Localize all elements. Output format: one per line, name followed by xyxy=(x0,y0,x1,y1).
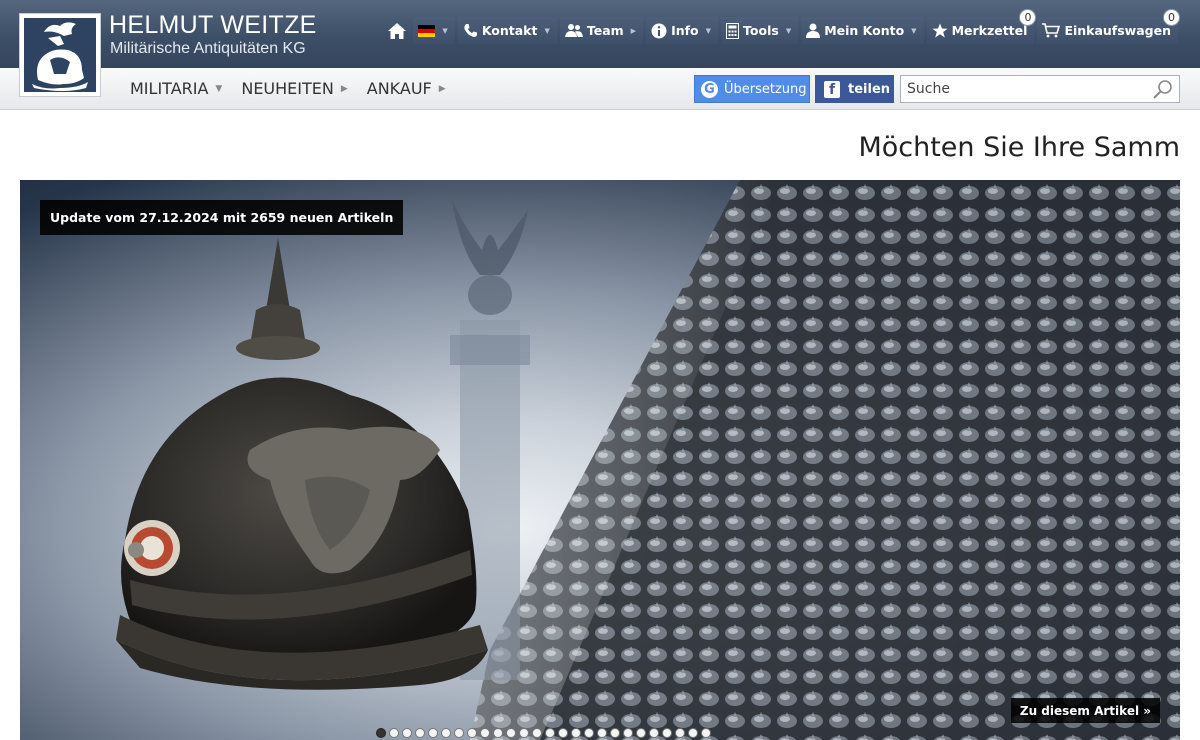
language-select[interactable]: ▼ xyxy=(413,17,455,44)
search-box xyxy=(900,75,1180,103)
logo-image xyxy=(24,18,96,92)
menu-item-label: MILITARIA xyxy=(130,79,209,98)
slider-dots xyxy=(376,728,711,738)
helmet-eagle-logo-icon xyxy=(32,22,88,91)
top-header-bar: HELMUT WEITZE Militärische Antiquitäten … xyxy=(0,0,1200,68)
to-article-button[interactable]: Zu diesem Artikel » xyxy=(1010,698,1160,723)
translate-button[interactable]: G Übersetzung xyxy=(694,75,810,103)
slider-dot[interactable] xyxy=(532,728,542,738)
slider-dot[interactable] xyxy=(571,728,581,738)
google-icon: G xyxy=(701,80,718,98)
star-icon xyxy=(932,23,948,38)
slider-dot[interactable] xyxy=(506,728,516,738)
slider-dot[interactable] xyxy=(467,728,477,738)
slider-dot[interactable] xyxy=(415,728,425,738)
nav-item-mein-konto[interactable]: Mein Konto ▼ xyxy=(801,17,924,44)
menu-item-ankauf[interactable]: ANKAUF ▶ xyxy=(367,79,446,98)
slider-dot[interactable] xyxy=(480,728,490,738)
menu-item-label: ANKAUF xyxy=(366,79,432,98)
nav-item-label: Info xyxy=(671,23,699,38)
slider-dot[interactable] xyxy=(493,728,503,738)
cart-icon xyxy=(1042,23,1061,38)
menu-item-militaria[interactable]: MILITARIA ▼ xyxy=(130,79,222,98)
hero-image xyxy=(116,180,1180,740)
slider-dot[interactable] xyxy=(597,728,607,738)
slider-dot[interactable] xyxy=(545,728,555,738)
cart-count-badge: 0 xyxy=(1163,9,1180,26)
home-icon xyxy=(387,22,406,39)
nav-item-kontakt[interactable]: Kontakt ▼ xyxy=(457,17,557,44)
nav-item-label: Mein Konto xyxy=(824,23,905,38)
cart-button[interactable]: Einkaufswagen 0 xyxy=(1037,9,1180,44)
flag-de-icon xyxy=(418,24,436,37)
facebook-share-button[interactable]: f teilen xyxy=(815,75,894,103)
nav-item-label: Kontakt xyxy=(481,23,538,38)
slider-dot[interactable] xyxy=(519,728,529,738)
slider-dot[interactable] xyxy=(402,728,412,738)
nav-item-info[interactable]: Info ▼ xyxy=(646,17,719,44)
chevron-down-icon: ▼ xyxy=(544,26,550,35)
chevron-down-icon: ▼ xyxy=(911,26,917,35)
chevron-right-icon: ▶ xyxy=(630,26,637,35)
watchlist-label: Merkzettel xyxy=(951,23,1028,38)
slider-dot[interactable] xyxy=(376,728,386,738)
slider-dot[interactable] xyxy=(675,728,685,738)
brand-name[interactable]: HELMUT WEITZE xyxy=(109,11,317,40)
chevron-right-icon: ▶ xyxy=(438,83,446,94)
search-icon[interactable] xyxy=(1152,79,1174,99)
share-label: teilen xyxy=(848,81,891,97)
chevron-down-icon: ▼ xyxy=(442,26,448,35)
slider-dot[interactable] xyxy=(688,728,698,738)
slider-dot[interactable] xyxy=(584,728,594,738)
team-icon xyxy=(564,24,583,37)
slider-dot[interactable] xyxy=(454,728,464,738)
slider-dot[interactable] xyxy=(389,728,399,738)
cart-label: Einkaufswagen xyxy=(1064,23,1171,38)
menu-item-neuheiten[interactable]: NEUHEITEN ▶ xyxy=(241,79,347,98)
site-logo[interactable] xyxy=(19,13,101,97)
facebook-icon: f xyxy=(824,80,840,98)
nav-item-label: Team xyxy=(586,23,624,38)
chevron-down-icon: ▼ xyxy=(705,26,712,35)
nav-item-label: Tools xyxy=(743,23,779,38)
calculator-icon xyxy=(726,22,740,39)
slider-dot[interactable] xyxy=(649,728,659,738)
phone-icon xyxy=(464,24,477,37)
search-input[interactable] xyxy=(901,76,1141,102)
chevron-down-icon: ▼ xyxy=(215,83,223,94)
translate-label: Übersetzung xyxy=(724,81,807,97)
user-icon xyxy=(806,23,821,38)
brand-subtitle: Militärische Antiquitäten KG xyxy=(110,40,306,57)
watchlist-count-badge: 0 xyxy=(1019,9,1037,26)
slider-dot[interactable] xyxy=(636,728,646,738)
chevron-right-icon: ▶ xyxy=(340,83,348,94)
main-menu-bar: MILITARIA ▼ NEUHEITEN ▶ ANKAUF ▶ G Übers… xyxy=(0,68,1200,110)
slider-dot[interactable] xyxy=(428,728,438,738)
update-badge: Update vom 27.12.2024 mit 2659 neuen Art… xyxy=(40,200,404,235)
menu-item-label: NEUHEITEN xyxy=(241,79,334,98)
watchlist-button[interactable]: Merkzettel 0 xyxy=(926,9,1037,44)
page-headline: Möchten Sie Ihre Samm xyxy=(858,132,1180,163)
slider-dot[interactable] xyxy=(662,728,672,738)
top-navigation: ▼ Kontakt ▼ Team ▶ Info ▼ Tools ▼ Mein K… xyxy=(383,9,1180,44)
hero-slider[interactable]: Update vom 27.12.2024 mit 2659 neuen Art… xyxy=(20,180,1180,740)
nav-item-tools[interactable]: Tools ▼ xyxy=(721,17,799,44)
info-icon xyxy=(651,23,667,38)
slider-dot[interactable] xyxy=(701,728,711,738)
home-button[interactable] xyxy=(383,17,410,44)
slider-dot[interactable] xyxy=(610,728,620,738)
slider-dot[interactable] xyxy=(441,728,451,738)
slider-dot[interactable] xyxy=(623,728,633,738)
main-menu: MILITARIA ▼ NEUHEITEN ▶ ANKAUF ▶ xyxy=(130,79,446,98)
slider-dot[interactable] xyxy=(558,728,568,738)
nav-item-team[interactable]: Team ▶ xyxy=(559,17,644,44)
chevron-down-icon: ▼ xyxy=(785,26,792,35)
